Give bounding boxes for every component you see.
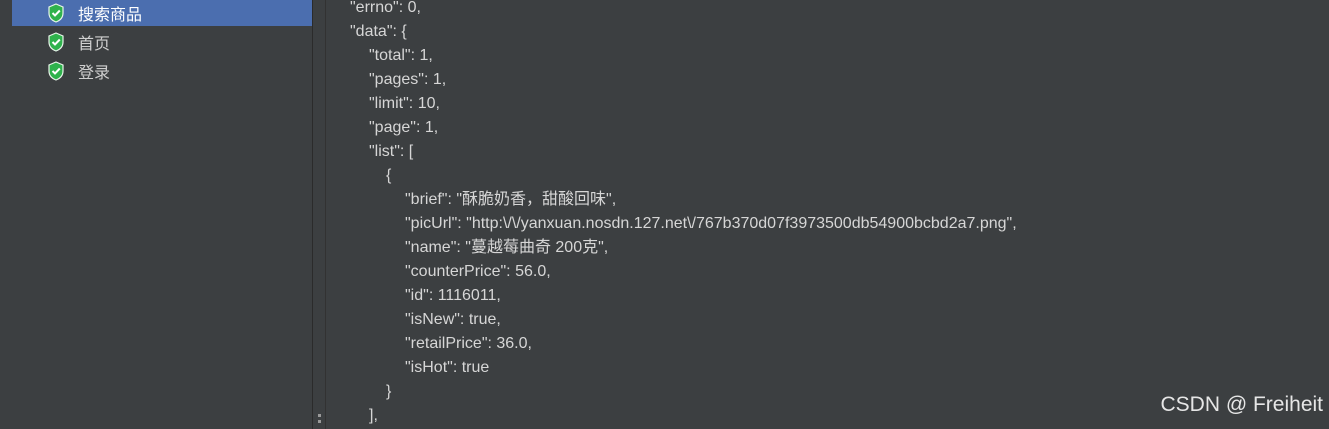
code-line: "errno": 0,: [350, 0, 421, 16]
tree-item-search-goods[interactable]: 搜索商品: [12, 0, 312, 26]
code-line: "total": 1,: [369, 47, 433, 64]
request-tree-panel: 搜索商品 首页 登录: [0, 0, 312, 429]
shield-check-icon: [48, 3, 64, 23]
code-line: "isNew": true,: [405, 311, 501, 328]
shield-check-icon: [48, 32, 64, 52]
code-line: "limit": 10,: [369, 95, 440, 112]
code-line: "pages": 1,: [369, 71, 447, 88]
code-line: "name": "蔓越莓曲奇 200克",: [405, 239, 609, 256]
editor-gutter: [313, 0, 326, 429]
code-line: "isHot": true: [405, 359, 490, 376]
code-line: {: [386, 167, 392, 184]
code-line: "data": {: [350, 23, 407, 40]
code-line: "brief": "酥脆奶香，甜酸回味",: [405, 191, 617, 208]
shield-check-icon: [48, 61, 64, 81]
csdn-watermark: CSDN @ Freiheit: [1160, 393, 1323, 416]
code-line: ],: [369, 407, 378, 424]
tree-item-login[interactable]: 登录: [12, 58, 312, 84]
response-body-viewer[interactable]: "errno": 0, "data": { "total": 1, "pages…: [326, 0, 1329, 429]
tree-item-label: 首页: [78, 36, 111, 53]
code-line: "retailPrice": 36.0,: [405, 335, 532, 352]
tree-item-home[interactable]: 首页: [12, 29, 312, 55]
drag-grip-icon[interactable]: [318, 414, 321, 426]
code-line: "counterPrice": 56.0,: [405, 263, 551, 280]
code-line: "list": [: [369, 143, 414, 160]
code-line: }: [386, 383, 392, 400]
code-line: "page": 1,: [369, 119, 439, 136]
tree-item-label: 登录: [78, 65, 111, 82]
code-line: "id": 1116011,: [405, 287, 501, 304]
tree-item-label: 搜索商品: [78, 7, 143, 24]
code-line: "picUrl": "http:\/\/yanxuan.nosdn.127.ne…: [405, 215, 1017, 232]
